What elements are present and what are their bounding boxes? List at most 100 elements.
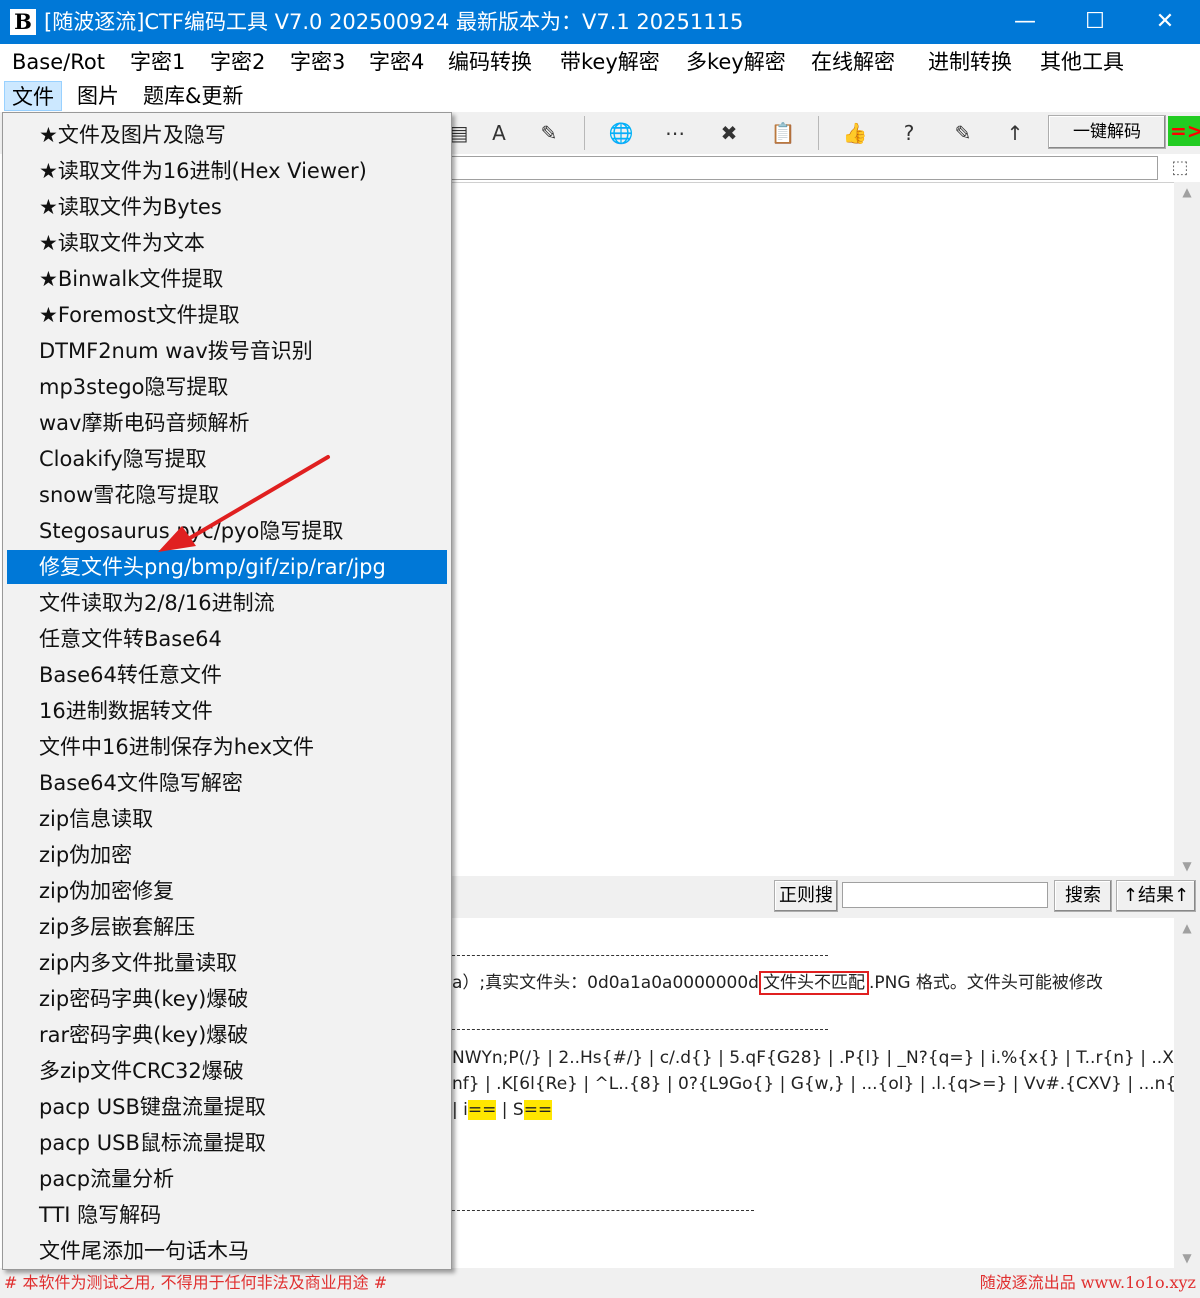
output-text: | i (452, 1100, 468, 1120)
scroll-down-icon[interactable]: ▼ (1174, 856, 1200, 876)
menu-multikey-decrypt[interactable]: 多key解密 (686, 44, 786, 80)
file-menu-item[interactable]: ★读取文件为16进制(Hex Viewer) (7, 154, 447, 188)
menu-base-rot[interactable]: Base/Rot (12, 44, 105, 80)
output-line: a）;真实文件头：0d0a1a0a0000000d 文件头不匹配 .PNG 格式。文… (452, 968, 1103, 995)
grid-icon[interactable]: ⋯ (660, 118, 690, 148)
window-title: [随波逐流]CTF编码工具 V7.0 202500924 最新版本为：V7.1 … (44, 10, 744, 34)
menu-key-decrypt[interactable]: 带key解密 (560, 44, 660, 80)
search-bar: 正则搜 搜索 ↑结果↑ (450, 876, 1200, 918)
output-line: | i== | S== (452, 1100, 553, 1120)
paste-icon[interactable]: 📋 (768, 118, 798, 148)
output-text: .PNG 格式。文件头可能被修改 (868, 973, 1103, 993)
search-input[interactable] (842, 882, 1048, 908)
file-menu-item[interactable]: ★读取文件为文本 (7, 226, 447, 260)
menu-zimi2[interactable]: 字密2 (210, 44, 265, 80)
file-menu-item[interactable]: zip内多文件批量读取 (7, 946, 447, 980)
font-icon[interactable]: A (484, 118, 514, 148)
file-menu-item[interactable]: 修复文件头png/bmp/gif/zip/rar/jpg (7, 550, 447, 584)
file-menu-item[interactable]: Base64文件隐写解密 (7, 766, 447, 800)
search-button[interactable]: 搜索 (1054, 880, 1112, 912)
output-scrollbar[interactable]: ▲ ▼ (1174, 918, 1200, 1268)
toolbar-separator (584, 116, 585, 150)
menu-zimi3[interactable]: 字密3 (290, 44, 345, 80)
menu-zimi4[interactable]: 字密4 (369, 44, 424, 80)
file-menu-item[interactable]: ★Foremost文件提取 (7, 298, 447, 332)
annotation-box: 文件头不匹配 (758, 971, 869, 995)
output-text: | S (496, 1100, 524, 1120)
separator-line (452, 1029, 828, 1030)
file-menu-item[interactable]: DTMF2num wav拨号音识别 (7, 334, 447, 368)
file-menu-item[interactable]: mp3stego隐写提取 (7, 370, 447, 404)
menu-image[interactable]: 图片 (70, 81, 126, 111)
globe-icon[interactable]: 🌐 (606, 118, 636, 148)
file-menu-item[interactable]: pacp USB键盘流量提取 (7, 1090, 447, 1124)
scroll-up-icon[interactable]: ▲ (1174, 182, 1200, 202)
file-menu-item[interactable]: ★Binwalk文件提取 (7, 262, 447, 296)
file-menu-item[interactable]: 文件读取为2/8/16进制流 (7, 586, 447, 620)
result-nav-button[interactable]: ↑结果↑ (1116, 880, 1196, 912)
file-menu-item[interactable]: wav摩斯电码音频解析 (7, 406, 447, 440)
input-textarea[interactable] (450, 182, 1174, 876)
app-logo-icon: B (10, 9, 36, 35)
file-menu-item[interactable]: Base64转任意文件 (7, 658, 447, 692)
menu-file[interactable]: 文件 (4, 81, 62, 111)
output-line: nf} | .K[6l{Re} | ^L..{8} | 0?{L9Go{} | … (452, 1074, 1174, 1094)
file-menu-item[interactable]: snow雪花隐写提取 (7, 478, 447, 512)
regex-search-button[interactable]: 正则搜 (774, 880, 838, 912)
menu-bar: Base/Rot 字密1 字密2 字密3 字密4 编码转换 带key解密 多ke… (0, 44, 1200, 80)
menu-online-decrypt[interactable]: 在线解密 (811, 44, 895, 80)
status-footer: # 本软件为测试之用, 不得用于任何非法及商业用途 # 随波逐流出品 www.1… (0, 1268, 1200, 1298)
one-click-decode-button[interactable]: 一键解码 (1048, 115, 1166, 149)
disclaimer-text: # 本软件为测试之用, 不得用于任何非法及商业用途 # (4, 1273, 388, 1292)
output-text: a）;真实文件头：0d0a1a0a0000000d (452, 973, 759, 993)
file-menu-item[interactable]: 多zip文件CRC32爆破 (7, 1054, 447, 1088)
file-menu-item[interactable]: zip信息读取 (7, 802, 447, 836)
up-arrow-icon[interactable]: ↑ (1000, 118, 1030, 148)
minimize-button[interactable]: — (990, 0, 1060, 44)
menu-bar-secondary: 文件 图片 题库&更新 (0, 80, 1200, 112)
file-menu-item[interactable]: pacp USB鼠标流量提取 (7, 1126, 447, 1160)
help-icon[interactable]: ? (894, 118, 924, 148)
key-input[interactable] (450, 156, 1158, 180)
file-menu-item[interactable]: ★文件及图片及隐写 (7, 118, 447, 152)
file-menu-item[interactable]: Stegosaurus pyc/pyo隐写提取 (7, 514, 447, 548)
file-menu-item[interactable]: 16进制数据转文件 (7, 694, 447, 728)
separator-line (452, 1210, 754, 1211)
toolbar-separator (818, 116, 819, 150)
menu-zimi1[interactable]: 字密1 (130, 44, 185, 80)
file-menu-item[interactable]: 文件尾添加一句话木马 (7, 1234, 447, 1268)
file-menu-item[interactable]: ★读取文件为Bytes (7, 190, 447, 224)
menu-question-bank-update[interactable]: 题库&更新 (136, 81, 250, 111)
file-menu-item[interactable]: zip伪加密修复 (7, 874, 447, 908)
file-menu-item[interactable]: 文件中16进制保存为hex文件 (7, 730, 447, 764)
highlighted-text: == (467, 1100, 497, 1120)
maximize-button[interactable]: ☐ (1060, 0, 1130, 44)
file-menu-item[interactable]: pacp流量分析 (7, 1162, 447, 1196)
file-menu-item[interactable]: zip伪加密 (7, 838, 447, 872)
file-menu-item[interactable]: Cloakify隐写提取 (7, 442, 447, 476)
file-menu-item[interactable]: TTI 隐写解码 (7, 1198, 447, 1232)
file-menu-item[interactable]: 任意文件转Base64 (7, 622, 447, 656)
scroll-up-icon[interactable]: ▲ (1174, 918, 1200, 938)
scroll-down-icon[interactable]: ▼ (1174, 1248, 1200, 1268)
menu-base-convert[interactable]: 进制转换 (928, 44, 1012, 80)
run-arrow-button[interactable]: => (1168, 116, 1200, 146)
highlighted-text: == (523, 1100, 553, 1120)
tools-icon[interactable]: ✖ (714, 118, 744, 148)
file-menu-item[interactable]: zip密码字典(key)爆破 (7, 982, 447, 1016)
edit-icon[interactable]: ✎ (948, 118, 978, 148)
menu-encoding-convert[interactable]: 编码转换 (448, 44, 532, 80)
cursor-select-icon[interactable]: ⬚ (1166, 154, 1194, 182)
close-button[interactable]: ✕ (1130, 0, 1200, 44)
thumbs-up-icon[interactable]: 👍 (840, 118, 870, 148)
file-menu-item[interactable]: zip多层嵌套解压 (7, 910, 447, 944)
separator-line (452, 955, 828, 956)
file-menu-item[interactable]: rar密码字典(key)爆破 (7, 1018, 447, 1052)
output-textarea[interactable]: a）;真实文件头：0d0a1a0a0000000d 文件头不匹配 .PNG 格式。文… (450, 918, 1174, 1268)
output-line: NWYn;P(/} | 2..Hs{#/} | c/.d{} | 5.qF{G2… (452, 1048, 1174, 1068)
menu-other-tools[interactable]: 其他工具 (1040, 44, 1124, 80)
title-bar: B [随波逐流]CTF编码工具 V7.0 202500924 最新版本为：V7.… (0, 0, 1200, 44)
edit-frame-icon[interactable]: ✎ (534, 118, 564, 148)
credit-text: 随波逐流出品 www.1o1o.xyz (979, 1273, 1196, 1292)
input-scrollbar[interactable]: ▲ ▼ (1174, 182, 1200, 876)
